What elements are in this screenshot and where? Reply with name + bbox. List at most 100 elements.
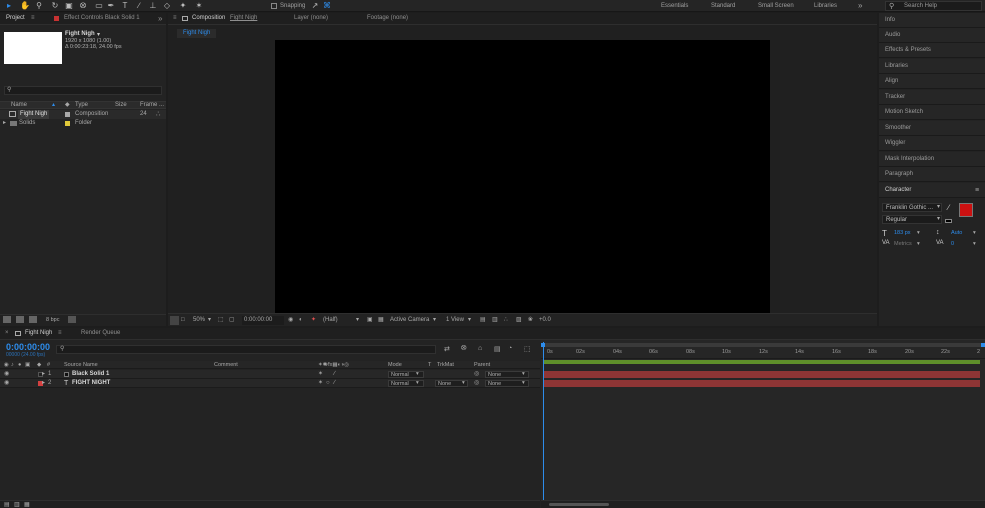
layer-switches-icons[interactable]: ✶✱∕fx▦◐◑◎ [318,361,349,369]
grid-icon[interactable]: ▢ [229,316,235,325]
sort-arrow-icon[interactable]: ▴ [52,102,55,109]
trkmat-dropdown-icon[interactable]: ▾ [462,379,465,388]
timeline-view-icon[interactable]: ▨ [516,316,522,325]
layer-expand-arrow-icon[interactable]: ▸ [42,370,45,379]
monitor-icon[interactable]: □ [181,316,185,325]
kerning-value[interactable]: Metrics [894,241,912,247]
lock-switch-icon[interactable]: ▣ [25,361,30,369]
project-menu-icon[interactable]: ≡ [31,13,35,24]
zoom-level[interactable]: 50% [193,316,205,325]
col-size[interactable]: Size [115,102,127,109]
layer-expand-arrow-icon[interactable]: ▸ [42,379,45,388]
workspace-small-screen[interactable]: Small Screen [758,0,794,12]
transparency-grid-icon[interactable]: ▦ [378,316,384,325]
snapshot-icon[interactable]: ◉ [288,316,293,325]
viewer-timecode[interactable]: 0:00:00:00 [242,316,284,325]
col-type[interactable]: Type [75,102,88,109]
comp-sub-tab[interactable]: Fight Nigh [177,29,217,38]
timeline-zoom-bar[interactable] [541,500,985,508]
viewer-menu-icon[interactable]: ≡ [173,13,177,24]
panel-paragraph[interactable]: Paragraph [879,167,985,182]
mode-dropdown-icon[interactable]: ▾ [416,370,419,379]
project-row-comp[interactable]: Fight Nigh Composition 24 ∴ [0,110,166,119]
timeline-menu-icon[interactable]: ≡ [58,328,62,339]
solo-switch-icon[interactable]: ● [18,361,21,369]
type-tool-icon[interactable]: T [120,1,130,11]
col-comment[interactable]: Comment [214,361,238,369]
panel-motion-sketch[interactable]: Motion Sketch [879,105,985,120]
tracking-value[interactable]: 0 [951,241,954,247]
panel-mask-interpolation[interactable]: Mask Interpolation [879,152,985,167]
project-overflow-icon[interactable]: » [158,13,162,24]
fit-icon[interactable]: ⬚ [218,316,224,325]
view-layout-dropdown[interactable]: 1 View [446,316,464,325]
selection-tool-icon[interactable]: ▸ [4,1,14,11]
hand-tool-icon[interactable]: ✋ [20,1,30,11]
tab-project[interactable]: Project [6,13,25,24]
interpret-footage-icon[interactable] [3,316,11,323]
pan-behind-tool-icon[interactable]: ⭙ [78,1,88,11]
style-dropdown-icon[interactable]: ▾ [937,215,940,222]
brush-tool-icon[interactable]: ∕ [134,1,144,11]
panel-character[interactable]: Character [879,183,985,198]
font-size-dropdown-icon[interactable]: ▾ [917,230,920,236]
tab-render-queue[interactable]: Render Queue [81,328,120,339]
always-preview-icon[interactable] [170,316,179,325]
workspace-overflow-icon[interactable]: » [858,0,862,12]
parent-dropdown-icon[interactable]: ▾ [522,379,525,388]
new-folder-icon[interactable] [16,316,24,323]
label-color-swatch[interactable] [65,121,70,126]
tab-composition[interactable]: Composition [192,13,225,24]
rotate-tool-icon[interactable]: ↻ [50,1,60,11]
work-area-bar[interactable] [541,343,985,347]
shy-layers-icon[interactable]: ⌂ [478,345,482,352]
layer-row-1[interactable]: ◉ ▸ 1 Black Solid 1 ✶ ∕ Normal ▾ ◎ None … [0,370,540,379]
channel-icon[interactable]: ✦ [311,316,316,325]
roto-brush-tool-icon[interactable]: ✦ [178,1,188,11]
snapping-checkbox[interactable] [271,3,277,9]
col-source-name[interactable]: Source Name [64,361,98,369]
work-area-end-handle[interactable] [981,343,985,347]
exposure-value[interactable]: +0.0 [539,316,551,325]
layer-quality-icon[interactable]: ∕ [334,379,335,388]
search-help-box[interactable]: ⚲ Search Help [885,1,982,11]
parent-pickwhip-icon[interactable]: ◎ [474,370,479,379]
label-column-icon[interactable]: ◆ [37,361,41,369]
font-dropdown-icon[interactable]: ▾ [937,203,940,210]
panel-wiggler[interactable]: Wiggler [879,136,985,151]
motion-blur-icon[interactable]: ◔ [508,345,512,352]
show-snapshot-icon[interactable]: ◐ [299,316,303,325]
expand-arrow-icon[interactable]: ▸ [3,119,6,128]
zoom-tool-icon[interactable]: ⚲ [34,1,44,11]
col-parent[interactable]: Parent [474,361,490,369]
toggle-switches-icon[interactable]: ▤ [4,501,10,508]
leading-value[interactable]: Auto [951,230,962,236]
camera-view-dropdown[interactable]: Active Camera [390,316,429,325]
label-color-swatch[interactable] [65,112,70,117]
panel-libraries[interactable]: Libraries [879,59,985,74]
tab-footage[interactable]: Footage (none) [367,13,408,24]
region-of-interest-icon[interactable]: ▣ [367,316,373,325]
comp-duration-bar[interactable] [543,360,980,364]
tab-composition-name[interactable]: Fight Nigh [230,13,257,24]
tracking-dropdown-icon[interactable]: ▾ [973,241,976,247]
3d-draft-icon[interactable]: ▥ [492,316,498,325]
font-family-dropdown[interactable]: Franklin Gothic ... [882,203,942,212]
col-name[interactable]: Name [11,102,27,109]
workspace-essentials[interactable]: Essentials [661,0,688,12]
rectangle-tool-icon[interactable]: ▭ [94,1,104,11]
toggle-modes-icon[interactable]: ▥ [14,501,20,508]
font-size-value[interactable]: 183 px [894,230,911,236]
composition-canvas[interactable] [275,40,770,313]
tab-timeline-comp[interactable]: Fight Nigh [25,328,52,339]
tab-layer[interactable]: Layer (none) [294,13,328,24]
layer-bar-1[interactable] [543,371,980,378]
workspace-libraries[interactable]: Libraries [814,0,837,12]
kerning-dropdown-icon[interactable]: ▾ [917,241,920,247]
video-switch-icon[interactable]: ◉ [4,361,9,369]
camera-dropdown-icon[interactable]: ▾ [433,316,436,325]
time-ruler[interactable]: 0s 02s 04s 06s 08s 10s 12s 14s 16s 18s 2… [541,348,985,359]
pen-tool-icon[interactable]: ✒ [106,1,116,11]
panel-align[interactable]: Align [879,74,985,89]
col-trkmat[interactable]: TrkMat [437,361,454,369]
